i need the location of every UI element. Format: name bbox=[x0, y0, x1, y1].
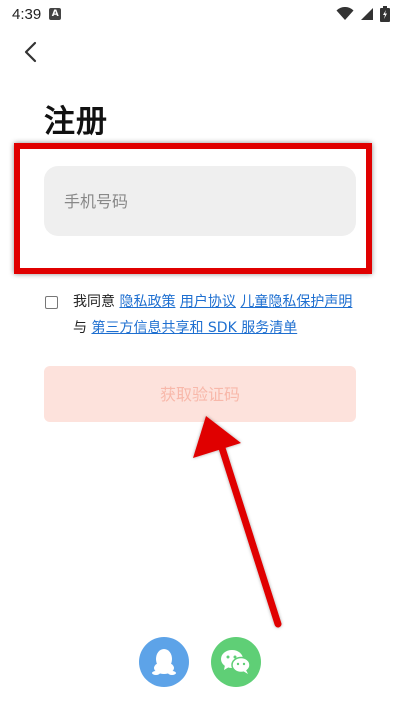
signal-icon bbox=[361, 8, 373, 20]
agreement-checkbox[interactable] bbox=[45, 296, 58, 309]
status-time: 4:39 bbox=[12, 5, 42, 23]
child-privacy-link[interactable]: 儿童隐私保护声明 bbox=[240, 294, 352, 310]
wechat-login-button[interactable] bbox=[211, 637, 261, 687]
status-right bbox=[336, 6, 390, 22]
status-bar: 4:39 A bbox=[0, 0, 400, 28]
page-title: 注册 bbox=[44, 104, 108, 140]
notification-icon: A bbox=[49, 8, 62, 20]
third-party-sharing-link[interactable]: 第三方信息共享和 SDK 服务清单 bbox=[91, 320, 297, 336]
user-agreement-link[interactable]: 用户协议 bbox=[180, 294, 236, 310]
chevron-left-icon bbox=[24, 41, 37, 63]
battery-icon bbox=[380, 6, 390, 22]
status-left: 4:39 A bbox=[12, 5, 62, 23]
back-button[interactable] bbox=[18, 38, 46, 66]
agreement-text: 我同意 隐私政策 用户协议 儿童隐私保护声明 与 第三方信息共享和 SDK 服务… bbox=[73, 289, 363, 341]
agreement-and: 与 bbox=[73, 320, 92, 336]
agreement-prefix: 我同意 bbox=[73, 294, 120, 310]
get-verification-code-button[interactable]: 获取验证码 bbox=[44, 366, 356, 422]
annotation-highlight-box bbox=[14, 143, 372, 274]
qq-login-button[interactable] bbox=[139, 637, 189, 687]
qq-penguin-icon bbox=[152, 649, 176, 675]
wifi-icon bbox=[336, 7, 354, 20]
wechat-icon bbox=[221, 650, 251, 674]
privacy-policy-link[interactable]: 隐私政策 bbox=[119, 294, 175, 310]
